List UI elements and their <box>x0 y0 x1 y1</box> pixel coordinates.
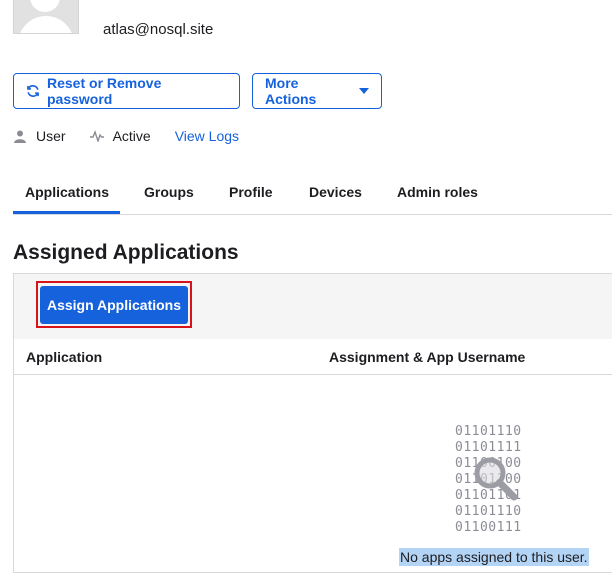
assign-applications-button[interactable]: Assign Applications <box>40 286 188 324</box>
avatar-head <box>30 0 60 12</box>
caret-down-icon <box>359 88 369 94</box>
user-type-label: User <box>36 128 66 144</box>
reset-password-label: Reset or Remove password <box>47 75 162 107</box>
user-status-label: Active <box>112 128 151 144</box>
tab-admin-roles[interactable]: Admin roles <box>397 184 478 200</box>
empty-state-message: No apps assigned to this user. <box>399 548 589 566</box>
avatar-body <box>18 16 74 33</box>
user-status-row: User Active View Logs <box>13 128 239 144</box>
tab-applications[interactable]: Applications <box>25 184 109 200</box>
binary-line: 01101110 <box>455 424 522 439</box>
section-title: Assigned Applications <box>13 241 239 264</box>
assigned-apps-panel: Assign Applications Application Assignme… <box>13 273 612 573</box>
column-application: Application <box>26 349 103 365</box>
binary-line: 01101110 <box>455 504 522 519</box>
table-header: Application Assignment & App Username <box>14 339 612 375</box>
user-avatar <box>13 0 79 34</box>
more-actions-label: More Actions <box>265 75 317 107</box>
activity-icon <box>89 130 104 142</box>
more-actions-button[interactable]: More Actions <box>252 73 382 109</box>
tab-devices[interactable]: Devices <box>309 184 362 200</box>
profile-tabs: Applications Groups Profile Devices Admi… <box>13 172 612 215</box>
user-icon <box>13 129 27 143</box>
empty-state-illustration: 01101110 01101111 01100100 01101100 0110… <box>455 424 545 535</box>
user-status: Active <box>89 128 151 144</box>
magnifier-icon <box>474 457 518 501</box>
view-logs-link[interactable]: View Logs <box>175 128 239 144</box>
tab-profile[interactable]: Profile <box>229 184 273 200</box>
tab-groups[interactable]: Groups <box>144 184 194 200</box>
user-type: User <box>13 128 66 144</box>
panel-toolbar: Assign Applications <box>14 274 612 340</box>
active-tab-indicator <box>13 211 120 214</box>
reset-password-button[interactable]: Reset or Remove password <box>13 73 240 109</box>
user-email: atlas@nosql.site <box>103 21 214 38</box>
column-assignment: Assignment & App Username <box>329 349 526 365</box>
refresh-icon <box>27 85 39 97</box>
binary-line: 01100111 <box>455 520 522 535</box>
